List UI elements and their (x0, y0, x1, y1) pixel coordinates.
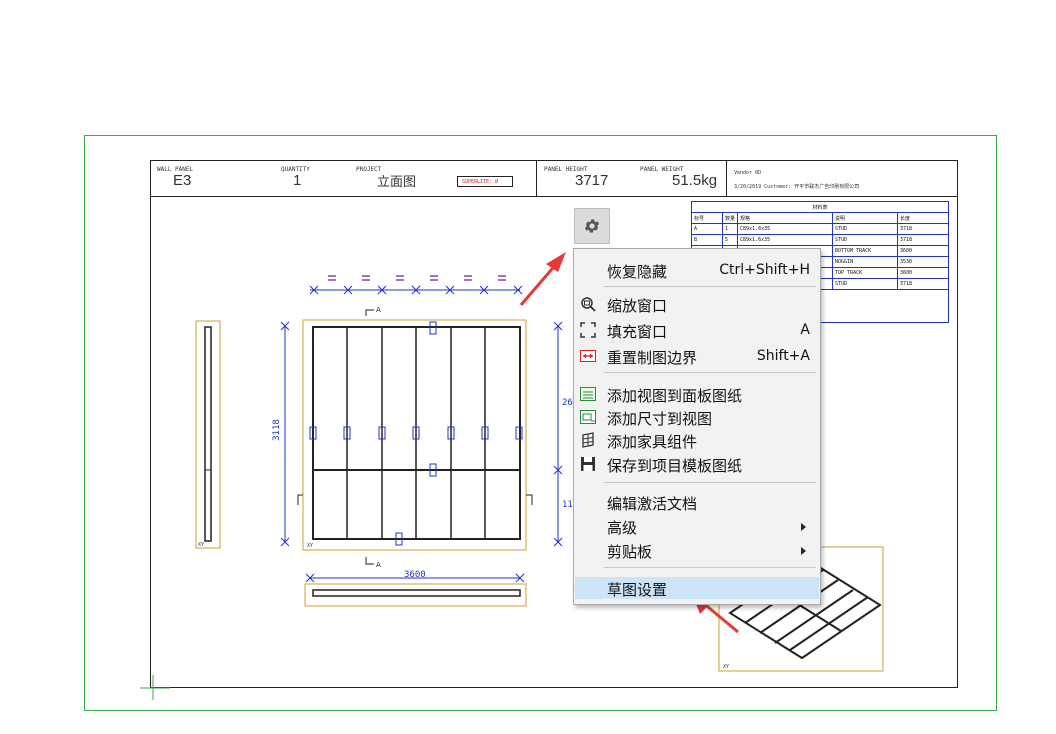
height-dimension (280, 321, 290, 547)
stud-markers (309, 275, 523, 295)
right-dimension (553, 321, 563, 547)
menu-item-label: 剪贴板 (607, 543, 653, 561)
menu-item-label: 填充窗口 (607, 323, 668, 341)
menu-item-label: 添加视图到面板图纸 (607, 387, 743, 405)
menu-item-save-template[interactable]: 保存到项目模板图纸 (574, 453, 820, 475)
menu-separator (604, 567, 816, 568)
gear-icon (584, 219, 600, 233)
menu-item-zoom-window[interactable]: 缩放窗口 (574, 293, 820, 315)
cursor-crosshair (140, 675, 170, 700)
add-view-icon (580, 387, 596, 401)
menu-separator (604, 482, 816, 483)
menu-item-fill-window[interactable]: 填充窗口 A (574, 319, 820, 341)
menu-item-edit-active-doc[interactable]: 编辑激活文档 (574, 491, 820, 513)
menu-item-label: 保存到项目模板图纸 (607, 457, 743, 475)
menu-item-add-view[interactable]: 添加视图到面板图纸 (574, 383, 820, 405)
menu-item-shortcut: Shift+A (756, 348, 810, 364)
menu-item-restore-hidden[interactable]: 恢复隐藏 Ctrl+Shift+H (574, 259, 820, 281)
menu-item-label: 恢复隐藏 (607, 263, 668, 281)
add-dimension-icon (580, 410, 596, 424)
submenu-arrow-icon (801, 547, 806, 555)
context-menu: 恢复隐藏 Ctrl+Shift+H 缩放窗口 填充窗口 A 重置制图边界 Shi… (573, 248, 821, 605)
height-dimension-label: 3118 (271, 419, 282, 441)
menu-separator (604, 286, 816, 287)
view-tag-iso: XY (723, 664, 730, 670)
submenu-arrow-icon (801, 523, 806, 531)
menu-item-label: 缩放窗口 (607, 297, 668, 315)
zoom-window-icon (581, 297, 596, 312)
fill-window-icon (580, 322, 596, 338)
section-mark-bottom: A (376, 561, 381, 569)
reset-border-icon (580, 350, 596, 362)
dimension-label-upper: 26 (562, 398, 573, 408)
menu-item-clipboard[interactable]: 剪贴板 (574, 539, 820, 561)
menu-item-label: 编辑激活文档 (607, 495, 698, 513)
menu-item-shortcut: A (800, 322, 810, 338)
view-tag: XY (307, 543, 314, 549)
menu-item-label: 草图设置 (607, 581, 668, 599)
menu-separator (604, 372, 816, 373)
side-view (195, 320, 221, 549)
elevation-view (297, 309, 533, 565)
menu-item-label: 添加家具组件 (607, 433, 698, 451)
menu-item-reset-border[interactable]: 重置制图边界 Shift+A (574, 345, 820, 367)
view-tag-side: XY (198, 542, 205, 548)
menu-item-advanced[interactable]: 高级 (574, 515, 820, 537)
menu-item-add-furniture[interactable]: 添加家具组件 (574, 429, 820, 451)
menu-item-sketch-settings[interactable]: 草图设置 (575, 577, 819, 599)
menu-item-label: 添加尺寸到视图 (607, 410, 713, 428)
width-dimension-label: 3600 (404, 570, 426, 580)
add-furniture-icon (582, 432, 594, 448)
panel-drawing[interactable] (0, 0, 1056, 734)
menu-item-label: 高级 (607, 519, 638, 537)
menu-item-label: 重置制图边界 (607, 349, 698, 367)
menu-item-add-dimension[interactable]: 添加尺寸到视图 (574, 406, 820, 428)
save-icon (581, 457, 595, 471)
section-mark-top: A (376, 306, 381, 314)
settings-button[interactable] (574, 208, 610, 244)
menu-item-shortcut: Ctrl+Shift+H (719, 262, 810, 278)
